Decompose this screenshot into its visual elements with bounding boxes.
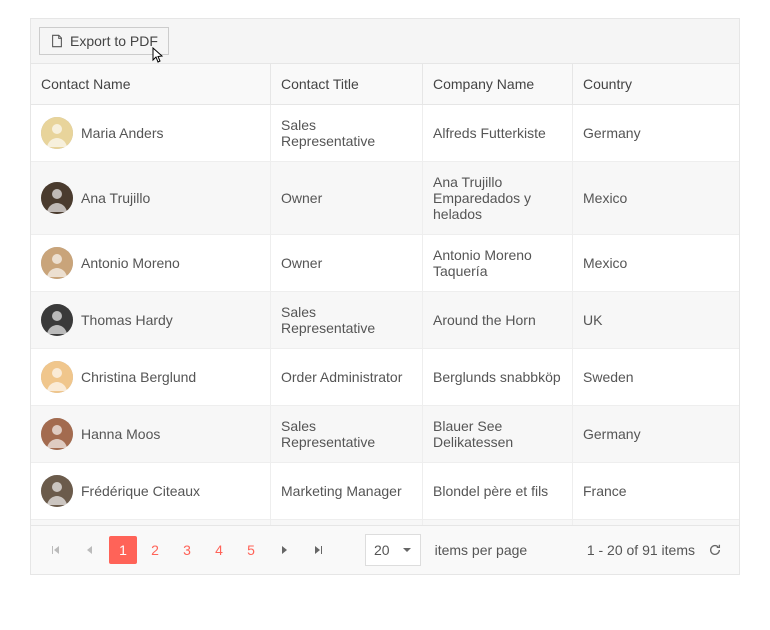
page-size-select[interactable]: 20	[365, 534, 421, 566]
pager-page-2[interactable]: 2	[141, 536, 169, 564]
grid-toolbar: Export to PDF	[31, 19, 739, 64]
table-row[interactable]: Hanna Moos Sales RepresentativeBlauer See…	[31, 406, 739, 463]
cell-contact-title: Sales Representative	[271, 292, 423, 348]
avatar	[41, 304, 73, 336]
pager: 12345 20 items per page 1 - 20 of 91 ite…	[31, 525, 739, 574]
cell-country: Mexico	[573, 162, 739, 234]
cell-contact-name: Maria Anders	[81, 125, 163, 141]
cell-contact-name: Ana Trujillo	[81, 190, 150, 206]
table-row[interactable]: Frédérique Citeaux Marketing ManagerBlond…	[31, 463, 739, 520]
cell-contact-title: Owner	[271, 235, 423, 291]
column-header-country[interactable]: Country	[573, 64, 739, 104]
page-size-value: 20	[374, 542, 390, 558]
avatar	[41, 247, 73, 279]
cell-contact-title: Order Administrator	[271, 349, 423, 405]
cell-contact-name: Frédérique Citeaux	[81, 483, 200, 499]
items-per-page-label: items per page	[435, 542, 528, 558]
export-pdf-label: Export to PDF	[70, 33, 158, 49]
avatar	[41, 182, 73, 214]
cell-company-name: Berglunds snabbköp	[423, 349, 573, 405]
cell-contact-name: Hanna Moos	[81, 426, 160, 442]
pager-prev-button[interactable]	[75, 536, 103, 564]
cell-country: Sweden	[573, 349, 739, 405]
pager-page-4[interactable]: 4	[205, 536, 233, 564]
avatar	[41, 418, 73, 450]
cell-contact-name: Thomas Hardy	[81, 312, 173, 328]
table-row[interactable]: Thomas Hardy Sales RepresentativeAround t…	[31, 292, 739, 349]
pager-page-1[interactable]: 1	[109, 536, 137, 564]
pager-next-button[interactable]	[271, 536, 299, 564]
export-pdf-button[interactable]: Export to PDF	[39, 27, 169, 55]
cursor-icon	[150, 47, 165, 65]
avatar	[41, 117, 73, 149]
pager-page-5[interactable]: 5	[237, 536, 265, 564]
cell-contact-title: Sales Representative	[271, 105, 423, 161]
cell-company-name: Antonio Moreno Taquería	[423, 235, 573, 291]
cell-contact-name: Christina Berglund	[81, 369, 196, 385]
cell-contact-title	[271, 520, 423, 525]
cell-contact-title: Owner	[271, 162, 423, 234]
chevron-down-icon	[402, 545, 412, 555]
cell-contact-name: Antonio Moreno	[81, 255, 180, 271]
cell-contact-title: Sales Representative	[271, 406, 423, 462]
cell-company-name: Ana Trujillo Emparedados y helados	[423, 162, 573, 234]
table-row[interactable]: Antonio Moreno OwnerAntonio Moreno Taquer…	[31, 235, 739, 292]
cell-country: Germany	[573, 105, 739, 161]
cell-company-name: Blondel père et fils	[423, 463, 573, 519]
cell-country: Mexico	[573, 235, 739, 291]
avatar	[41, 361, 73, 393]
column-header-contact-title[interactable]: Contact Title	[271, 64, 423, 104]
table-row[interactable]: Bólido Comidas	[31, 520, 739, 525]
pager-status: 1 - 20 of 91 items	[587, 542, 695, 558]
avatar	[41, 475, 73, 507]
column-header-contact-name[interactable]: Contact Name	[31, 64, 271, 104]
cell-contact-title: Marketing Manager	[271, 463, 423, 519]
cell-company-name: Bólido Comidas	[423, 520, 573, 525]
data-grid: Export to PDF Contact Name Contact Title…	[30, 18, 740, 575]
table-body: Maria AndersSales RepresentativeAlfreds …	[31, 105, 739, 525]
cell-country: France	[573, 463, 739, 519]
pager-page-3[interactable]: 3	[173, 536, 201, 564]
cell-country: UK	[573, 292, 739, 348]
cell-company-name: Around the Horn	[423, 292, 573, 348]
cell-company-name: Alfreds Futterkiste	[423, 105, 573, 161]
cell-country: Germany	[573, 406, 739, 462]
pdf-icon	[50, 34, 64, 48]
table-row[interactable]: Christina Berglund Order AdministratorBer…	[31, 349, 739, 406]
table-row[interactable]: Maria Anders Sales RepresentativeAlfreds …	[31, 105, 739, 162]
refresh-button[interactable]	[701, 536, 729, 564]
cell-company-name: Blauer See Delikatessen	[423, 406, 573, 462]
column-header-company-name[interactable]: Company Name	[423, 64, 573, 104]
table-header: Contact Name Contact Title Company Name …	[31, 64, 739, 105]
pager-first-button[interactable]	[41, 536, 69, 564]
pager-last-button[interactable]	[305, 536, 333, 564]
cell-country	[573, 520, 739, 525]
table-row[interactable]: Ana Trujillo OwnerAna Trujillo Emparedado…	[31, 162, 739, 235]
